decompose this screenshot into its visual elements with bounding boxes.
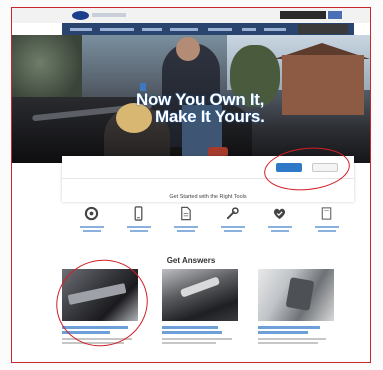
- search-input[interactable]: [280, 11, 326, 19]
- card-title[interactable]: [62, 326, 128, 329]
- heart-check-icon: [273, 208, 286, 220]
- card-text: [162, 342, 216, 344]
- tool-item[interactable]: [117, 204, 161, 240]
- card-title[interactable]: [162, 331, 222, 334]
- card-image[interactable]: [162, 269, 238, 321]
- tool-caption: [315, 226, 339, 228]
- feedback-tab[interactable]: [370, 78, 371, 118]
- card-title[interactable]: [162, 326, 218, 329]
- nav-item[interactable]: [208, 28, 232, 31]
- card-image[interactable]: [62, 269, 138, 321]
- nav-item[interactable]: [170, 28, 198, 31]
- book-icon: [321, 207, 332, 220]
- nav-item[interactable]: [142, 28, 162, 31]
- tool-caption: [80, 226, 104, 228]
- brand-subtitle: [92, 13, 126, 17]
- tool-caption: [224, 230, 242, 232]
- hero-man-head: [176, 37, 200, 61]
- get-answers-heading: Get Answers: [166, 256, 216, 265]
- tool-caption: [177, 230, 195, 232]
- answer-card[interactable]: [62, 269, 138, 349]
- brand-logo[interactable]: [72, 11, 89, 20]
- wrench-icon: [226, 207, 239, 220]
- tools-row: [62, 204, 354, 240]
- tool-caption: [221, 226, 245, 228]
- nav-item[interactable]: [264, 28, 286, 31]
- card-text: [258, 338, 326, 340]
- card-text: [258, 342, 318, 344]
- top-bar: [12, 8, 370, 23]
- tool-caption: [318, 230, 336, 232]
- nav-item[interactable]: [242, 28, 256, 31]
- tool-item[interactable]: [70, 204, 114, 240]
- nav-item[interactable]: [100, 28, 134, 31]
- tool-item[interactable]: [305, 204, 349, 240]
- screenshot-frame: Now You Own It, Make It Yours. Get Start…: [11, 7, 371, 363]
- card-title[interactable]: [62, 331, 110, 334]
- register-button[interactable]: [312, 163, 338, 172]
- tool-caption: [130, 230, 148, 232]
- hero-house: [282, 55, 364, 115]
- tool-item[interactable]: [164, 204, 208, 240]
- card-title[interactable]: [258, 326, 320, 329]
- hero-title-line1: Now You Own It,: [136, 90, 265, 109]
- panel-header: [62, 156, 354, 179]
- tool-item[interactable]: [258, 204, 302, 240]
- document-icon: [181, 206, 191, 221]
- sign-in-button[interactable]: [276, 163, 302, 172]
- card-image-detail: [285, 277, 315, 311]
- tool-caption: [83, 230, 101, 232]
- card-text: [62, 338, 132, 340]
- card-title[interactable]: [258, 331, 308, 334]
- tool-item[interactable]: [211, 204, 255, 240]
- gauge-icon: [84, 206, 99, 221]
- card-image[interactable]: [258, 269, 334, 321]
- hero-title-line2: Make It Yours.: [155, 107, 265, 126]
- main-nav: [62, 23, 354, 35]
- tool-caption: [174, 226, 198, 228]
- card-image-detail: [67, 283, 127, 305]
- card-image-detail: [179, 276, 221, 298]
- card-text: [162, 338, 232, 340]
- tools-heading: Get Started with the Right Tools: [169, 194, 247, 200]
- hero-foliage: [12, 35, 82, 105]
- card-text: [62, 342, 124, 344]
- nav-item[interactable]: [70, 28, 92, 31]
- hero-banner: Now You Own It, Make It Yours.: [12, 35, 370, 163]
- phone-icon: [134, 206, 143, 221]
- owner-panel: Get Started with the Right Tools: [62, 156, 354, 202]
- tool-caption: [268, 226, 292, 228]
- hero-title: Now You Own It, Make It Yours.: [136, 91, 265, 125]
- nav-dropdown[interactable]: [298, 24, 348, 34]
- answer-card[interactable]: [258, 269, 334, 349]
- tool-caption: [271, 230, 289, 232]
- answer-card[interactable]: [162, 269, 238, 349]
- tool-caption: [127, 226, 151, 228]
- search-button[interactable]: [328, 11, 342, 19]
